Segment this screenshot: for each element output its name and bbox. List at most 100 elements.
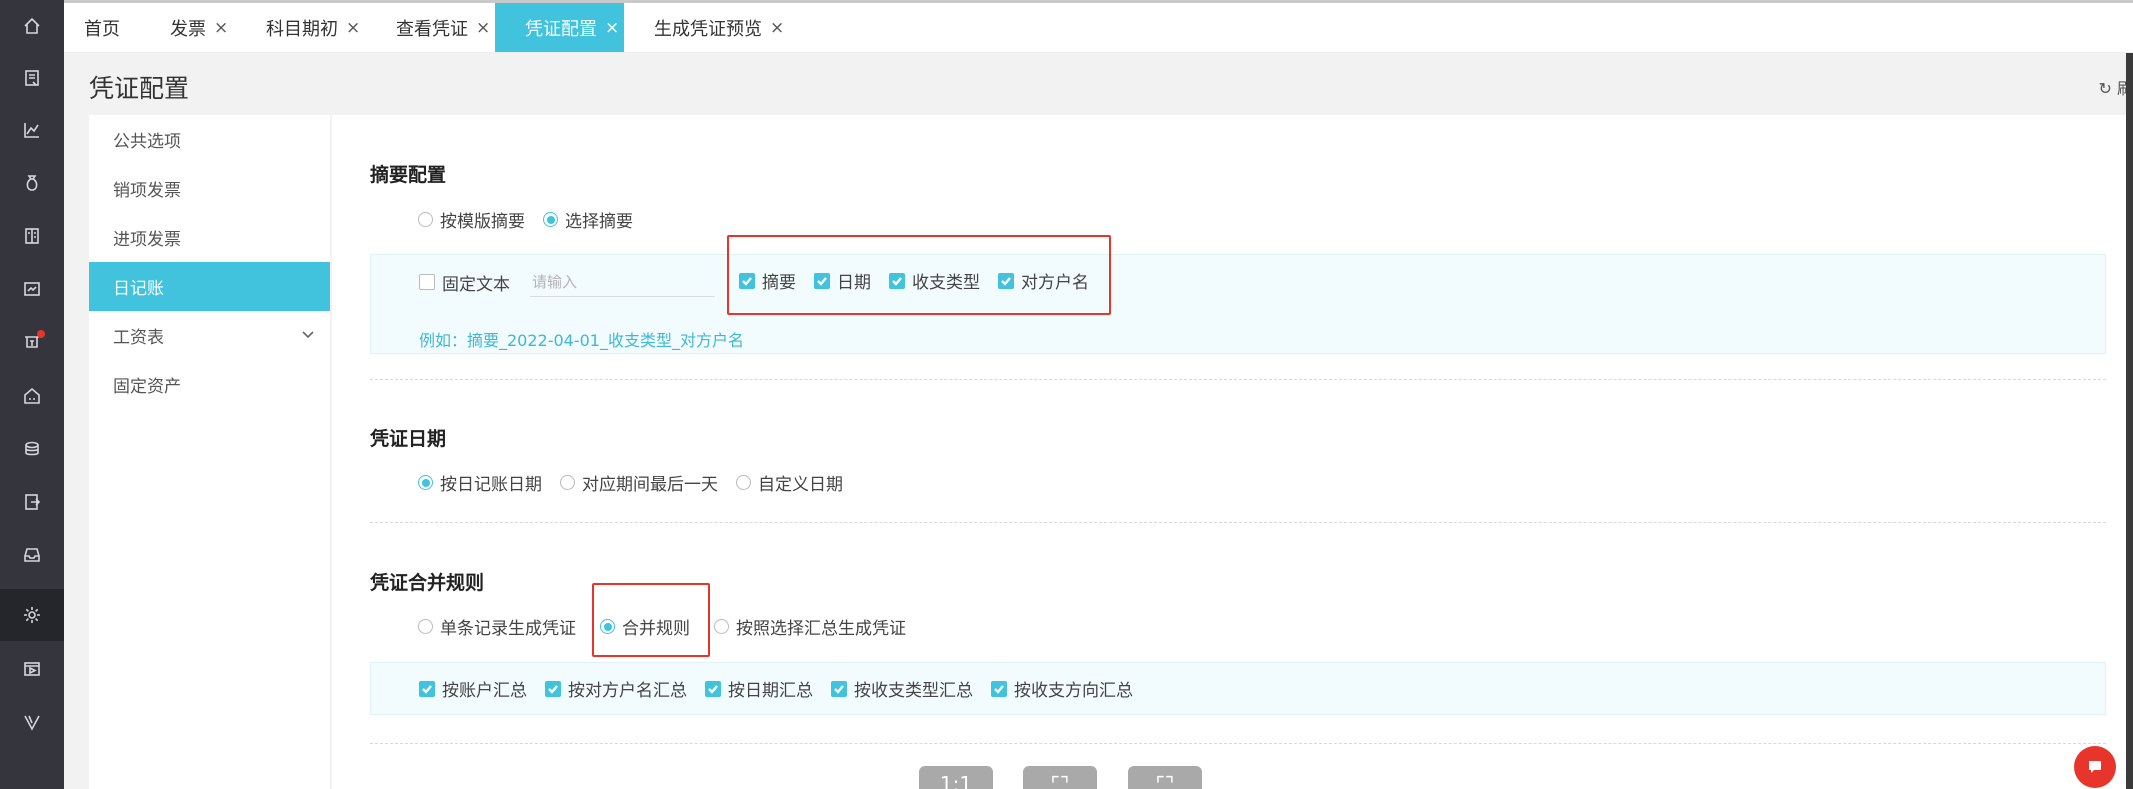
fixed-text-input[interactable] bbox=[530, 267, 715, 297]
close-icon[interactable]: × bbox=[476, 18, 490, 38]
checkbox[interactable] bbox=[831, 680, 847, 697]
checkbox[interactable] bbox=[991, 680, 1007, 697]
checkbox[interactable] bbox=[419, 680, 435, 697]
merge-criteria-panel: 按账户汇总 按对方户名汇总 按日期汇总 按收支类型汇总 按收支方向汇总 bbox=[370, 662, 2106, 715]
button-label: ⌜⌝ bbox=[1050, 772, 1070, 789]
submenu-item-common[interactable]: 公共选项 bbox=[89, 115, 330, 164]
invoice-icon[interactable] bbox=[0, 52, 64, 104]
option-label: 按对方户名汇总 bbox=[568, 681, 687, 701]
radio-button[interactable] bbox=[418, 212, 433, 227]
option-label: 按收支类型汇总 bbox=[854, 681, 973, 701]
tab-voucher-preview[interactable]: 生成凭证预览 × bbox=[654, 3, 784, 52]
fixed-text-row: 固定文本 bbox=[419, 267, 715, 297]
criteria-date[interactable]: 按日期汇总 bbox=[705, 676, 813, 701]
date-period-end[interactable]: 对应期间最后一天 bbox=[560, 470, 718, 495]
settings-icon[interactable] bbox=[0, 589, 64, 641]
tab-label: 生成凭证预览 bbox=[654, 18, 762, 40]
vip-icon[interactable] bbox=[0, 696, 64, 748]
report-icon[interactable] bbox=[0, 263, 64, 315]
summary-section-title: 摘要配置 bbox=[370, 164, 447, 186]
config-content: 摘要配置 按模版摘要 选择摘要 固定文本 摘要 bbox=[332, 115, 2131, 789]
home-icon[interactable] bbox=[0, 0, 64, 52]
video-icon[interactable] bbox=[0, 643, 64, 695]
date-custom[interactable]: 自定义日期 bbox=[736, 470, 843, 495]
inbox-icon[interactable] bbox=[0, 529, 64, 581]
radio-button[interactable] bbox=[418, 619, 433, 634]
option-label: 选择摘要 bbox=[565, 212, 633, 232]
radio-button[interactable] bbox=[543, 212, 558, 227]
coins-icon[interactable] bbox=[0, 423, 64, 475]
merge-by-selection[interactable]: 按照选择汇总生成凭证 bbox=[714, 614, 906, 639]
export-icon[interactable] bbox=[0, 476, 64, 528]
option-label: 单条记录生成凭证 bbox=[440, 619, 576, 639]
tab-invoice[interactable]: 发票 × bbox=[170, 3, 228, 52]
radio-button[interactable] bbox=[560, 475, 575, 490]
merge-single-record[interactable]: 单条记录生成凭证 bbox=[418, 614, 576, 639]
option-label: 按日期汇总 bbox=[728, 681, 813, 701]
radio-button[interactable] bbox=[714, 619, 729, 634]
submenu-item-fixed-assets[interactable]: 固定资产 bbox=[89, 360, 330, 409]
checkbox[interactable] bbox=[705, 680, 721, 697]
summary-mode-template[interactable]: 按模版摘要 bbox=[418, 207, 525, 232]
tab-bar-top-strip bbox=[64, 0, 2133, 3]
criteria-direction[interactable]: 按收支方向汇总 bbox=[991, 676, 1133, 701]
close-icon[interactable]: × bbox=[214, 18, 228, 38]
summary-mode-group: 按模版摘要 选择摘要 bbox=[418, 207, 651, 232]
fixed-text-checkbox[interactable]: 固定文本 bbox=[419, 270, 510, 295]
checkbox[interactable] bbox=[419, 274, 435, 290]
refresh-icon: ↻ bbox=[2098, 79, 2112, 98]
chevron-down-icon bbox=[300, 326, 316, 342]
radio-button[interactable] bbox=[736, 475, 751, 490]
chart-icon[interactable] bbox=[0, 104, 64, 156]
close-icon[interactable]: × bbox=[605, 18, 619, 38]
submenu-item-journal[interactable]: 日记账 bbox=[89, 262, 330, 311]
option-label: 对应期间最后一天 bbox=[582, 475, 718, 495]
option-label: 按收支方向汇总 bbox=[1014, 681, 1133, 701]
tab-label: 凭证配置 bbox=[525, 18, 597, 40]
zoom-actual-size-button[interactable]: 1:1 bbox=[919, 766, 993, 789]
button-label: 1:1 bbox=[939, 772, 973, 789]
criteria-account[interactable]: 按账户汇总 bbox=[419, 676, 527, 701]
tab-home[interactable]: 首页 bbox=[84, 3, 120, 52]
rotate-button[interactable]: ⌜⌝ bbox=[1128, 766, 1202, 789]
notification-dot bbox=[37, 330, 45, 338]
close-icon[interactable]: × bbox=[346, 18, 360, 38]
nav-rail bbox=[0, 0, 64, 789]
radio-button[interactable] bbox=[418, 475, 433, 490]
highlight-box bbox=[592, 583, 710, 657]
submenu-item-label: 工资表 bbox=[113, 328, 164, 348]
ledger-icon[interactable] bbox=[0, 210, 64, 262]
fit-screen-button[interactable]: ⌜⌝ bbox=[1023, 766, 1097, 789]
submenu-item-payroll[interactable]: 工资表 bbox=[89, 311, 330, 360]
highlight-box bbox=[727, 235, 1111, 315]
submenu-item-sales-invoice[interactable]: 销项发票 bbox=[89, 164, 330, 213]
button-label: ⌜⌝ bbox=[1155, 772, 1175, 789]
close-icon[interactable]: × bbox=[770, 18, 784, 38]
voucher-date-group: 按日记账日期 对应期间最后一天 自定义日期 bbox=[418, 470, 861, 495]
page-header: 凭证配置 ↻ 刷 bbox=[64, 53, 2133, 115]
chat-support-button[interactable] bbox=[2074, 746, 2116, 788]
tax-icon[interactable] bbox=[0, 316, 64, 368]
tab-voucher-config[interactable]: 凭证配置 × bbox=[495, 3, 624, 52]
criteria-counterparty[interactable]: 按对方户名汇总 bbox=[545, 676, 687, 701]
building-icon[interactable] bbox=[0, 370, 64, 422]
section-divider bbox=[370, 379, 2106, 380]
tab-label: 发票 bbox=[170, 18, 206, 40]
merge-criteria-group: 按账户汇总 按对方户名汇总 按日期汇总 按收支类型汇总 按收支方向汇总 bbox=[419, 676, 1151, 701]
app-window: 首页 发票 × 科目期初 × 查看凭证 × 凭证配置 × 生成凭证预览 × 凭证… bbox=[0, 0, 2133, 789]
summary-mode-select[interactable]: 选择摘要 bbox=[543, 207, 633, 232]
section-divider bbox=[370, 743, 2106, 744]
option-label: 按照选择汇总生成凭证 bbox=[736, 619, 906, 639]
option-label: 按模版摘要 bbox=[440, 212, 525, 232]
option-label: 按账户汇总 bbox=[442, 681, 527, 701]
date-by-journal[interactable]: 按日记账日期 bbox=[418, 470, 542, 495]
submenu-item-purchase-invoice[interactable]: 进项发票 bbox=[89, 213, 330, 262]
config-submenu: 公共选项 销项发票 进项发票 日记账 工资表 固定资产 bbox=[89, 115, 330, 789]
money-bag-icon[interactable] bbox=[0, 157, 64, 209]
tab-view-voucher[interactable]: 查看凭证 × bbox=[396, 3, 490, 52]
checkbox[interactable] bbox=[545, 680, 561, 697]
criteria-income-type[interactable]: 按收支类型汇总 bbox=[831, 676, 973, 701]
chat-icon bbox=[2089, 761, 2101, 773]
tab-label: 首页 bbox=[84, 18, 120, 40]
tab-opening-balance[interactable]: 科目期初 × bbox=[266, 3, 360, 52]
